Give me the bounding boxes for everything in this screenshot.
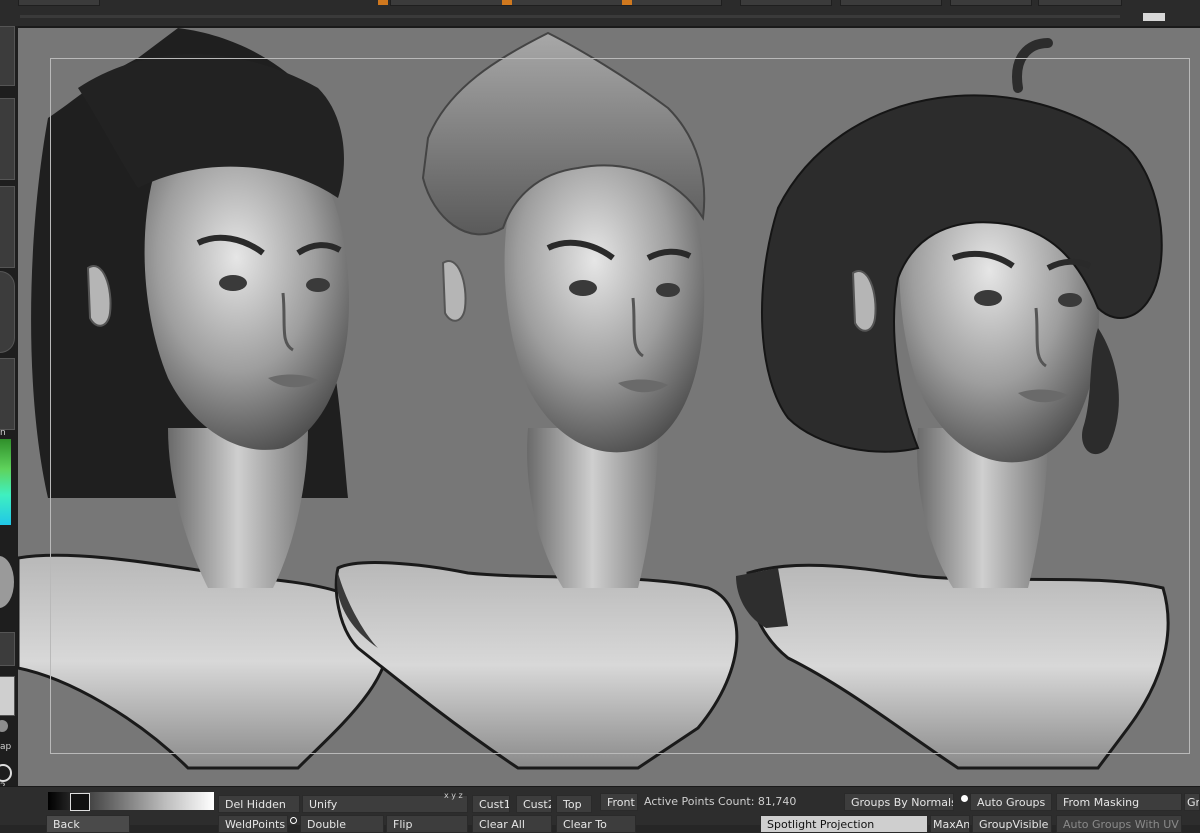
tool-button[interactable]	[0, 358, 15, 430]
tool-button[interactable]	[0, 186, 15, 268]
tool-button[interactable]	[0, 26, 15, 86]
toolbar-divider	[20, 15, 1120, 18]
gr-button[interactable]: Gr	[1184, 793, 1200, 811]
toolbar-slot[interactable]	[840, 0, 942, 6]
auto-groups-button[interactable]: Auto Groups	[970, 793, 1052, 811]
toolbar-slot[interactable]	[18, 0, 100, 6]
top-toolbar	[0, 0, 1200, 28]
slider-handle[interactable]	[378, 0, 388, 5]
strip-label: ap	[0, 742, 12, 752]
from-masking-button[interactable]: From Masking	[1056, 793, 1182, 811]
groups-radio-icon[interactable]	[961, 795, 968, 802]
xyz-toggle[interactable]: x y z	[444, 791, 463, 801]
double-radio-icon[interactable]	[290, 817, 297, 824]
left-tool-strip: n ap 2	[0, 26, 18, 824]
auto-groups-with-uv-button[interactable]: Auto Groups With UV	[1056, 815, 1182, 833]
active-points-count: Active Points Count: 81,740	[644, 795, 797, 808]
material-preview-icon[interactable]	[0, 556, 14, 608]
dot-icon[interactable]	[0, 720, 8, 732]
tool-button[interactable]	[0, 98, 15, 180]
cust1-button[interactable]: Cust1	[472, 795, 510, 813]
back-button[interactable]: Back	[46, 815, 130, 833]
viewport[interactable]	[18, 28, 1200, 786]
color-swatch[interactable]	[70, 793, 90, 811]
del-hidden-button[interactable]: Del Hidden	[218, 795, 300, 813]
slider-track[interactable]	[390, 0, 722, 6]
groupvisible-button[interactable]: GroupVisible	[972, 815, 1052, 833]
clear-to-button[interactable]: Clear To	[556, 815, 636, 833]
groups-by-normals-button[interactable]: Groups By Normals	[844, 793, 954, 811]
toolbar-slot[interactable]	[950, 0, 1032, 6]
slider-handle[interactable]	[502, 0, 512, 5]
clear-all-button[interactable]: Clear All	[472, 815, 552, 833]
slider-handle[interactable]	[622, 0, 632, 5]
flip-button[interactable]: Flip	[386, 815, 468, 833]
document-frame	[50, 58, 1190, 754]
toolbar-slot[interactable]	[740, 0, 832, 6]
bottom-shelf: Del Hidden Unify x y z Cust1 Cust2 Top F…	[0, 786, 1200, 833]
top-view-button[interactable]: Top	[556, 795, 592, 813]
weldpoints-button[interactable]: WeldPoints	[218, 815, 288, 833]
tool-button[interactable]	[0, 676, 15, 716]
cust2-button[interactable]: Cust2	[516, 795, 552, 813]
toolbar-slot[interactable]	[1038, 0, 1122, 6]
material-sphere[interactable]	[0, 271, 15, 353]
color-picker[interactable]	[0, 439, 11, 525]
maxang-slider[interactable]: MaxAng	[930, 815, 970, 833]
front-view-button[interactable]: Front	[600, 793, 638, 811]
spotlight-projection-button[interactable]: Spotlight Projection	[760, 815, 928, 833]
tool-button[interactable]	[0, 632, 15, 666]
double-button[interactable]: Double	[300, 815, 384, 833]
toolbar-indicator[interactable]	[1143, 13, 1165, 21]
